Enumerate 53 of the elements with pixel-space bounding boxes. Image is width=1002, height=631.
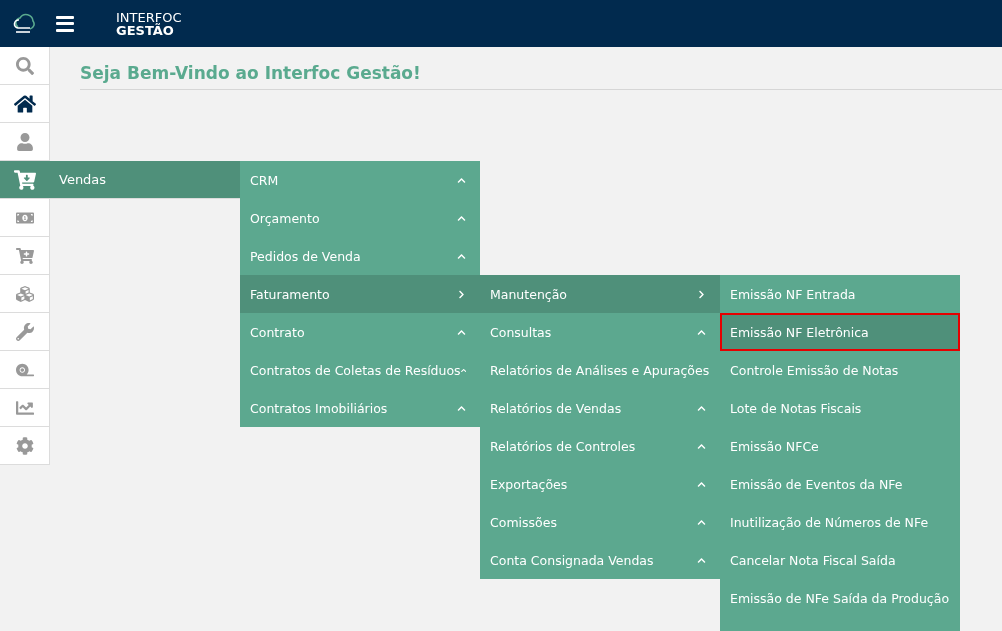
home-icon (13, 92, 36, 115)
chevron-up-icon (457, 175, 466, 185)
menu-item[interactable]: Emissão NF Eletrônica (720, 313, 960, 351)
chevron-up-icon (697, 479, 706, 489)
chevron-right-icon (697, 289, 706, 299)
menu-item[interactable]: Comissões (480, 503, 720, 541)
menu-item[interactable]: Exportações (480, 465, 720, 503)
chevron-up-icon (697, 327, 706, 337)
chevron-up-icon (697, 403, 706, 413)
brand-name: INTERFOC (116, 10, 182, 24)
menu-item[interactable]: Emissão NFCe (720, 427, 960, 465)
sidebar-label: Vendas (59, 172, 107, 187)
settings-icon (15, 436, 34, 455)
chevron-up-icon (697, 517, 706, 527)
sidebar-item[interactable]: Vendas (0, 161, 241, 199)
search-icon (15, 56, 34, 75)
sidebar-item[interactable] (0, 85, 50, 123)
user-icon (15, 132, 34, 151)
menu-icon[interactable] (56, 15, 74, 32)
menu-item[interactable]: Inutilização de Números de NFe (720, 503, 960, 541)
menu-item[interactable]: Controle Emissão de Notas (720, 351, 960, 389)
chevron-up-icon (457, 251, 466, 261)
chevron-up-icon (697, 555, 706, 565)
brand-subtitle: GESTÃO (116, 23, 174, 37)
chevron-up-icon (457, 213, 466, 223)
chevron-right-icon (457, 289, 466, 299)
cubes-icon (15, 284, 34, 303)
menu-item[interactable]: Conta Consignada Vendas (480, 541, 720, 579)
menu-item[interactable]: Contratos Imobiliários (240, 389, 480, 427)
menu-item[interactable]: Contratos de Coletas de Resíduos (240, 351, 480, 389)
wrench-icon (15, 322, 34, 341)
chevron-up-icon (457, 403, 466, 413)
chevron-up-icon (697, 441, 706, 451)
menu-item[interactable]: Contrato (240, 313, 480, 351)
menu-item[interactable]: Emissão NF Entrada (720, 275, 960, 313)
page-title: Seja Bem-Vindo ao Interfoc Gestão! (80, 63, 1002, 90)
menu-item[interactable]: Consultas (480, 313, 720, 351)
menu-item[interactable]: Emissão de NFe Saída da Produção (720, 579, 960, 617)
menu-item[interactable]: Orçamento (240, 199, 480, 237)
menu-item[interactable]: Cancelar Nota Fiscal Saída (720, 541, 960, 579)
menu-item[interactable]: Manutenção (480, 275, 720, 313)
cart-plus-icon (15, 246, 34, 265)
menu-item[interactable]: Pedidos de Venda (240, 237, 480, 275)
chevron-up-icon (457, 327, 466, 337)
menu-item[interactable]: Relatórios de Análises e Apurações (480, 351, 720, 389)
menu-item[interactable]: Faturamento (240, 275, 480, 313)
menu-item[interactable]: Relatórios de Controles (480, 427, 720, 465)
chart-icon (15, 398, 34, 417)
menu-item[interactable]: CRM (240, 161, 480, 199)
menu-item[interactable]: Lote de Notas Fiscais (720, 389, 960, 427)
menu-item[interactable]: Emissão de Eventos da NFe (720, 465, 960, 503)
cart-icon (13, 168, 36, 191)
menu-item[interactable]: Relatórios de Vendas (480, 389, 720, 427)
